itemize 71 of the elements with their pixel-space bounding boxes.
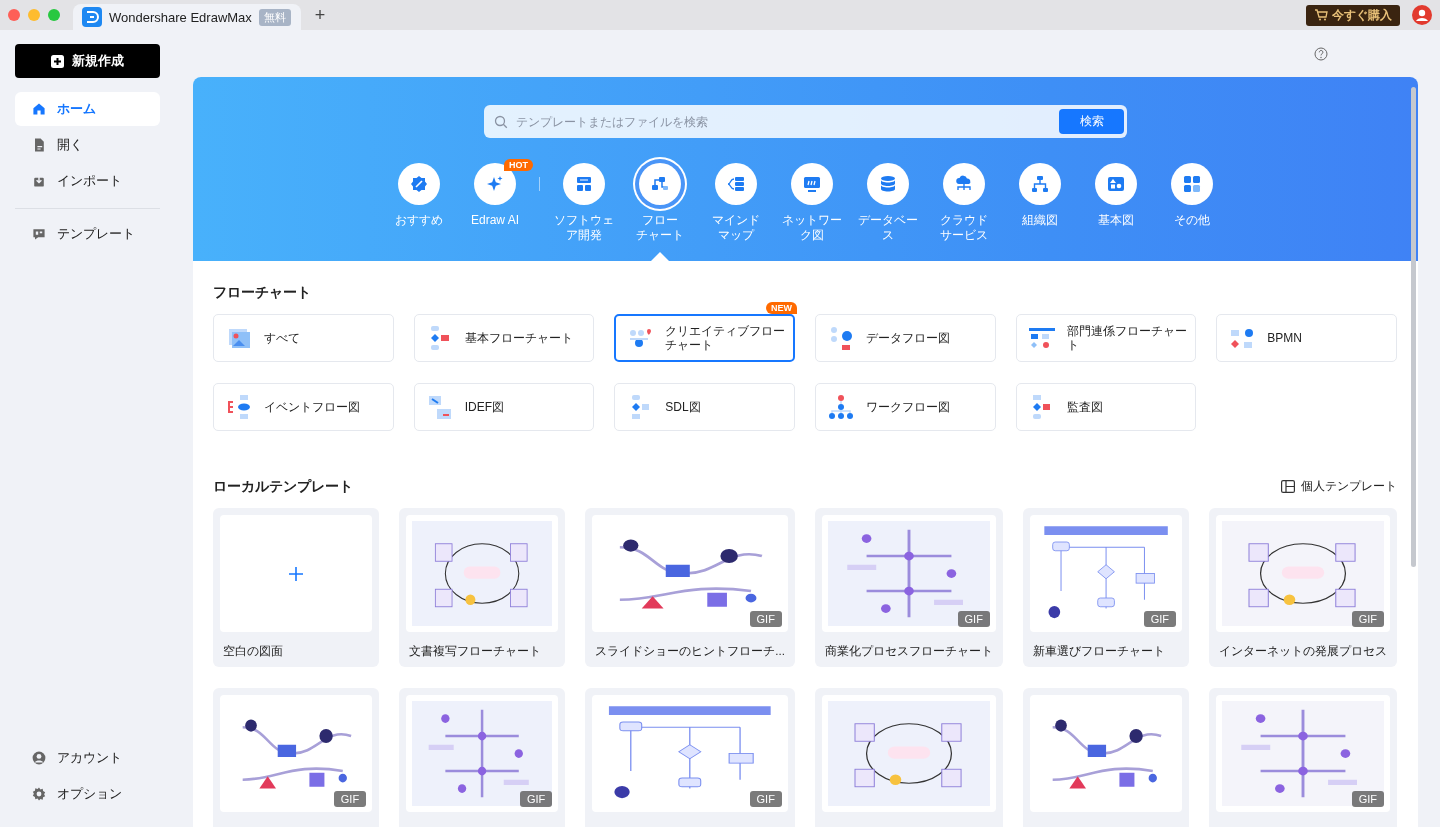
flowchart-type-card[interactable]: イベントフロー図 [213,383,394,431]
new-tab-button[interactable]: + [310,4,330,26]
sidebar-item[interactable]: 開く [15,128,160,162]
category-label: データベー [858,213,918,228]
category-label: 組織図 [1022,213,1058,228]
template-title: 商業化プロセスフローチャート [823,644,994,659]
category-label: ネットワー [782,213,842,228]
category-label: おすすめ [395,213,443,228]
flowchart-type-card[interactable]: クリエイティブフローチャート [614,314,795,362]
sidebar-item[interactable]: オプション [15,777,160,811]
category-label: フロー [642,213,678,228]
plan-badge: 無料 [258,8,291,26]
template-title: 空白の図面 [222,644,284,659]
category-label: ク図 [800,228,824,243]
gif-badge: GIF [957,611,990,627]
category-label: チャート [636,228,684,243]
template-card[interactable]: GIF スライドショーのヒントフローチ... [585,508,795,667]
template-card[interactable]: GIF [585,688,795,827]
gif-badge: GIF [333,791,367,807]
category-label: 基本図 [1098,213,1134,228]
gif-badge: GIF [1351,791,1384,807]
template-title: インターネットの発展プロセス [1218,644,1388,659]
template-card[interactable]: GIF [1209,688,1397,827]
template-title: スライドショーのヒントフローチ... [594,644,786,659]
sidebar-item[interactable]: ホーム [15,92,160,126]
gif-badge: GIF [1351,611,1384,627]
gif-badge: GIF [749,791,782,807]
template-title: 新車選びフローチャート [1031,644,1166,659]
template-card[interactable]: 空白の図面 [213,508,380,667]
template-card[interactable]: GIF インターネットの発展プロセス [1209,508,1397,667]
category-label: サービス [940,228,988,243]
app-tab[interactable]: Wondershare EdrawMax 無料 [73,4,301,30]
sidebar-item[interactable]: テンプレート [15,217,160,251]
category-label: ア開発 [566,228,602,243]
flowchart-type-card[interactable]: BPMN [1216,314,1397,362]
category-label: マインド [712,213,760,228]
gif-badge: GIF [1143,611,1176,627]
flowchart-type-card[interactable]: データフロー図 [815,314,996,362]
flowchart-type-card[interactable]: すべて [213,314,394,362]
tab-title: Wondershare EdrawMax [109,9,252,25]
category-label: マップ [718,228,754,243]
category-label: ス [882,228,894,243]
search-button[interactable]: 検索 [1059,109,1124,134]
new-tag: NEW [766,302,797,314]
template-card[interactable]: GIF 商業化プロセスフローチャート [814,508,1003,667]
sidebar-item[interactable]: アカウント [15,741,160,775]
flowchart-type-card[interactable]: 基本フローチャート [413,314,595,362]
hot-tag: HOT [504,159,533,171]
category-label: ソフトウェ [554,213,614,228]
section-title: ローカルテンプレート [213,477,353,495]
buy-button[interactable]: 今すぐ購入 [1306,4,1400,26]
sidebar-item[interactable]: インポート [15,164,160,198]
new-button[interactable]: 新規作成 [15,44,160,78]
flowchart-type-card[interactable]: 部門連係フローチャート [1015,314,1197,362]
section-title: フローチャート [213,283,311,301]
template-card[interactable]: 文書複写フローチャート [399,508,566,667]
template-card[interactable]: GIF 新車選びフローチャート [1022,508,1189,667]
flowchart-type-card[interactable]: 監査図 [1015,383,1197,431]
flowchart-type-card[interactable]: SDL図 [614,383,795,431]
template-title: 文書複写フローチャート [408,644,543,659]
flowchart-type-card[interactable]: IDEF図 [413,383,595,431]
template-card[interactable]: GIF [213,688,380,827]
gif-badge: GIF [519,791,553,807]
flowchart-type-card[interactable]: ワークフロー図 [815,383,996,431]
category-label: クラウド [940,213,988,228]
personal-templates-link[interactable]: 個人テンプレート [1281,477,1397,495]
gif-badge: GIF [749,611,782,627]
category-label: Edraw AI [471,213,519,228]
category-label: その他 [1174,213,1210,228]
template-card[interactable]: GIF [399,688,566,827]
search-field[interactable]: テンプレートまたはファイルを検索 検索 [484,105,1127,138]
